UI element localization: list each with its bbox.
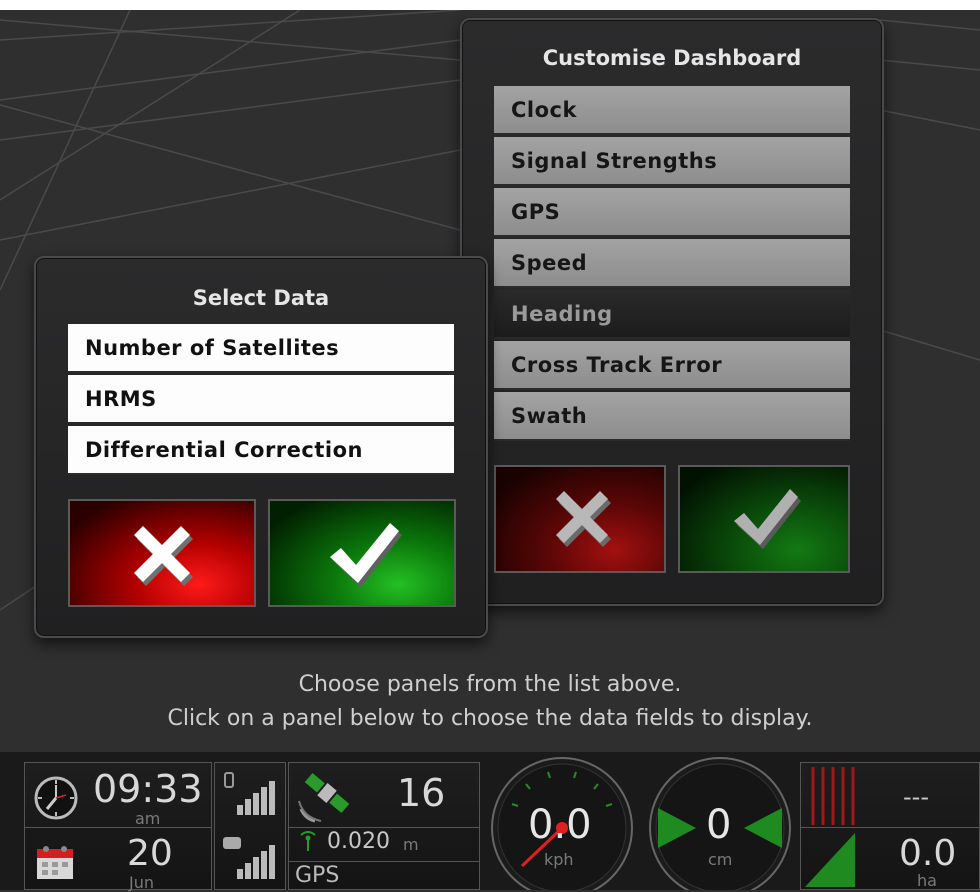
gps-divider xyxy=(289,827,479,828)
select-data-confirm-button[interactable] xyxy=(268,499,456,607)
select-data-title: Select Data xyxy=(192,286,330,310)
customise-dashboard-title: Customise Dashboard xyxy=(542,46,802,70)
speed-unit: kph xyxy=(544,850,574,869)
dashboard-item-swath[interactable]: Swath xyxy=(494,392,850,441)
calendar-month: Jun xyxy=(129,873,154,892)
hint-line-2: Click on a panel below to choose the dat… xyxy=(167,706,813,731)
clock-time: 09:33 xyxy=(93,767,203,811)
cross-track-value: 0 xyxy=(706,802,732,848)
clock-ampm: am xyxy=(135,809,161,828)
dashboard-bar: 09:33 am 20 Jun 16 0.020 m GPS 0.0 kph 0… xyxy=(0,752,980,892)
top-edge xyxy=(0,0,980,10)
checkmark-icon xyxy=(734,489,801,549)
dashboard-item-signal-strengths[interactable]: Signal Strengths xyxy=(494,137,850,186)
checkmark-icon xyxy=(330,523,402,587)
cross-icon xyxy=(134,526,193,586)
dashboard-item-gps[interactable]: GPS xyxy=(494,188,850,237)
gps-hrms-unit: m xyxy=(403,835,419,854)
data-item-differential-correction[interactable]: Differential Correction xyxy=(68,426,454,475)
select-data-dialog: Select Data Number of Satellites HRMS Di… xyxy=(34,256,488,638)
signal-strengths-panel[interactable] xyxy=(214,762,286,890)
satellite-icon xyxy=(298,772,350,823)
cross-track-unit: cm xyxy=(708,850,733,869)
area-value: 0.0 xyxy=(899,833,957,874)
dashboard-item-heading[interactable]: Heading xyxy=(494,290,850,339)
cross-icon xyxy=(556,491,611,547)
customise-dashboard-dialog: Customise Dashboard Clock Signal Strengt… xyxy=(460,18,884,606)
calendar-day: 20 xyxy=(127,833,173,874)
swath-bars-icon xyxy=(811,767,855,825)
calendar-icon xyxy=(37,846,73,879)
dashboard-item-speed[interactable]: Speed xyxy=(494,239,850,288)
select-data-cancel-button[interactable] xyxy=(68,499,256,607)
wifi-signal-icon xyxy=(223,837,275,879)
gps-label-divider xyxy=(289,861,479,862)
gps-label: GPS xyxy=(295,863,340,888)
gps-hrms-value: 0.020 xyxy=(327,829,390,854)
dashboard-cancel-button[interactable] xyxy=(494,465,666,573)
speed-value: 0.0 xyxy=(528,802,592,848)
antenna-icon xyxy=(300,831,316,851)
clock-panel[interactable]: 09:33 am 20 Jun xyxy=(24,762,212,892)
dashboard-item-clock[interactable]: Clock xyxy=(494,86,850,135)
data-item-number-of-satellites[interactable]: Number of Satellites xyxy=(68,324,454,373)
gps-satellite-count: 16 xyxy=(397,771,446,815)
swath-divider xyxy=(801,827,980,828)
clock-icon xyxy=(34,776,78,820)
area-unit: ha xyxy=(917,871,937,890)
data-item-hrms[interactable]: HRMS xyxy=(68,375,454,424)
hint-line-1: Choose panels from the list above. xyxy=(298,672,682,697)
dashboard-item-cross-track-error[interactable]: Cross Track Error xyxy=(494,341,850,390)
area-triangle-icon xyxy=(805,833,855,887)
gps-panel[interactable]: 16 0.020 m GPS xyxy=(288,762,480,890)
swath-top-value: --- xyxy=(903,783,929,811)
cellular-signal-icon xyxy=(224,772,275,815)
swath-panel[interactable]: --- 0.0 ha xyxy=(800,762,980,890)
dashboard-confirm-button[interactable] xyxy=(678,465,850,573)
